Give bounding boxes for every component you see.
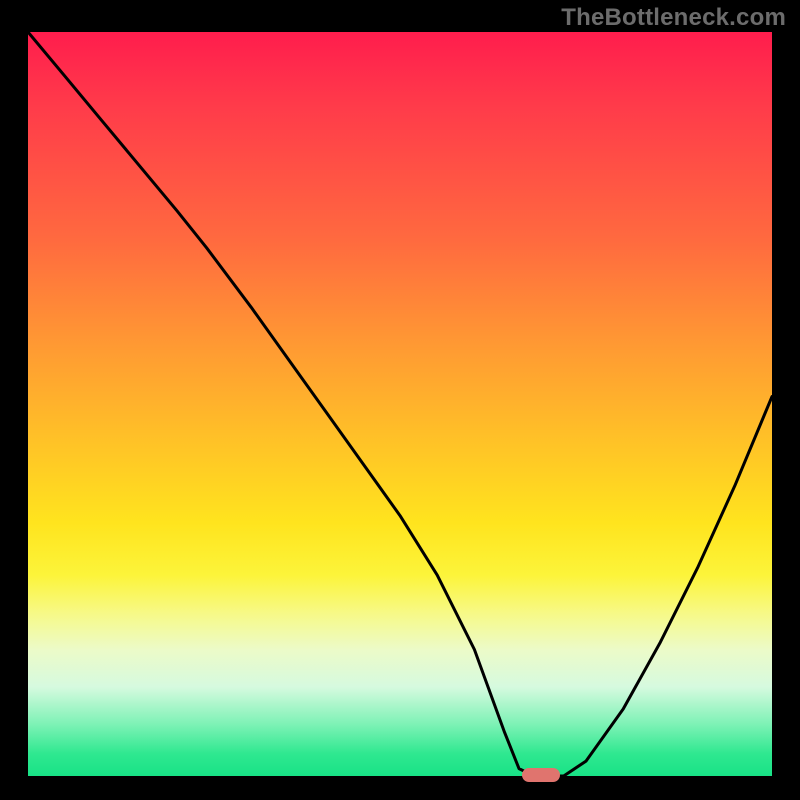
attribution-label: TheBottleneck.com <box>561 4 786 32</box>
plot-area <box>28 32 772 776</box>
optimum-marker <box>522 768 560 782</box>
chart-frame: TheBottleneck.com <box>0 0 800 800</box>
chart-curve <box>28 32 772 776</box>
